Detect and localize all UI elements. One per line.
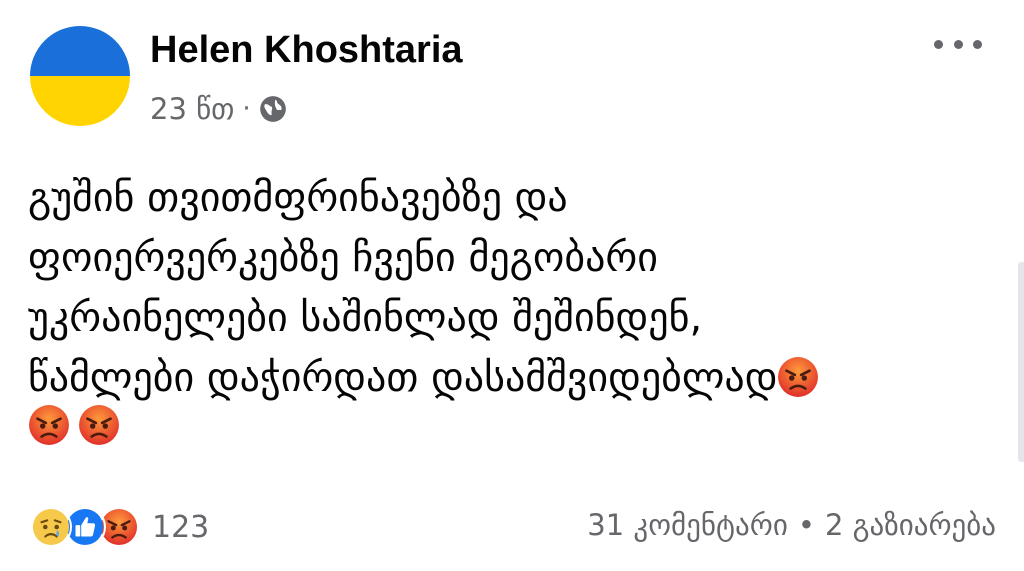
sad-reaction-icon: [30, 506, 72, 548]
post-stats: 31 კომენტარი • 2 გაზიარება: [587, 508, 996, 542]
post-meta: 23 წთ ·: [150, 92, 287, 126]
dot: [953, 39, 963, 49]
angry-face-icon: [778, 357, 819, 397]
flag-yellow-stripe: [30, 76, 130, 126]
post-text-line-4: წამლები დაჭირდათ დასამშვიდებლად: [28, 348, 998, 408]
more-options-icon[interactable]: [934, 32, 982, 56]
meta-separator: ·: [242, 94, 251, 124]
globe-icon[interactable]: [259, 95, 287, 123]
post-time[interactable]: 23 წთ: [150, 92, 234, 126]
angry-face-icon: [79, 405, 119, 445]
comments-count-link[interactable]: 31 კომენტარი: [587, 508, 788, 542]
angry-face-icon: [29, 405, 69, 445]
post-text-line: ფოიერვერკებზე ჩვენი მეგობარი: [28, 235, 658, 281]
flag-blue-stripe: [30, 26, 130, 76]
reaction-count: 123: [152, 509, 210, 545]
reactions-summary[interactable]: 123: [30, 506, 209, 548]
post-text-line: უკრაინელები საშინლად შეშინდენ,: [28, 295, 703, 341]
facebook-post: Helen Khoshtaria 23 წთ · გუშინ თვითმფრინ…: [0, 0, 1024, 571]
post-text-line: წამლები დაჭირდათ დასამშვიდებლად: [28, 355, 778, 401]
post-text-line: გუშინ თვითმფრინავებზე და: [28, 175, 568, 221]
scrollbar[interactable]: [1018, 262, 1024, 462]
stats-separator: •: [797, 508, 815, 542]
dot: [973, 39, 982, 49]
shares-count-link[interactable]: 2 გაზიარება: [825, 508, 996, 542]
author-name[interactable]: Helen Khoshtaria: [150, 28, 463, 72]
post-text: გუშინ თვითმფრინავებზე და ფოიერვერკებზე ჩ…: [28, 168, 998, 446]
dot: [934, 39, 943, 49]
author-avatar[interactable]: [30, 26, 130, 126]
emoji-row: [28, 405, 998, 446]
